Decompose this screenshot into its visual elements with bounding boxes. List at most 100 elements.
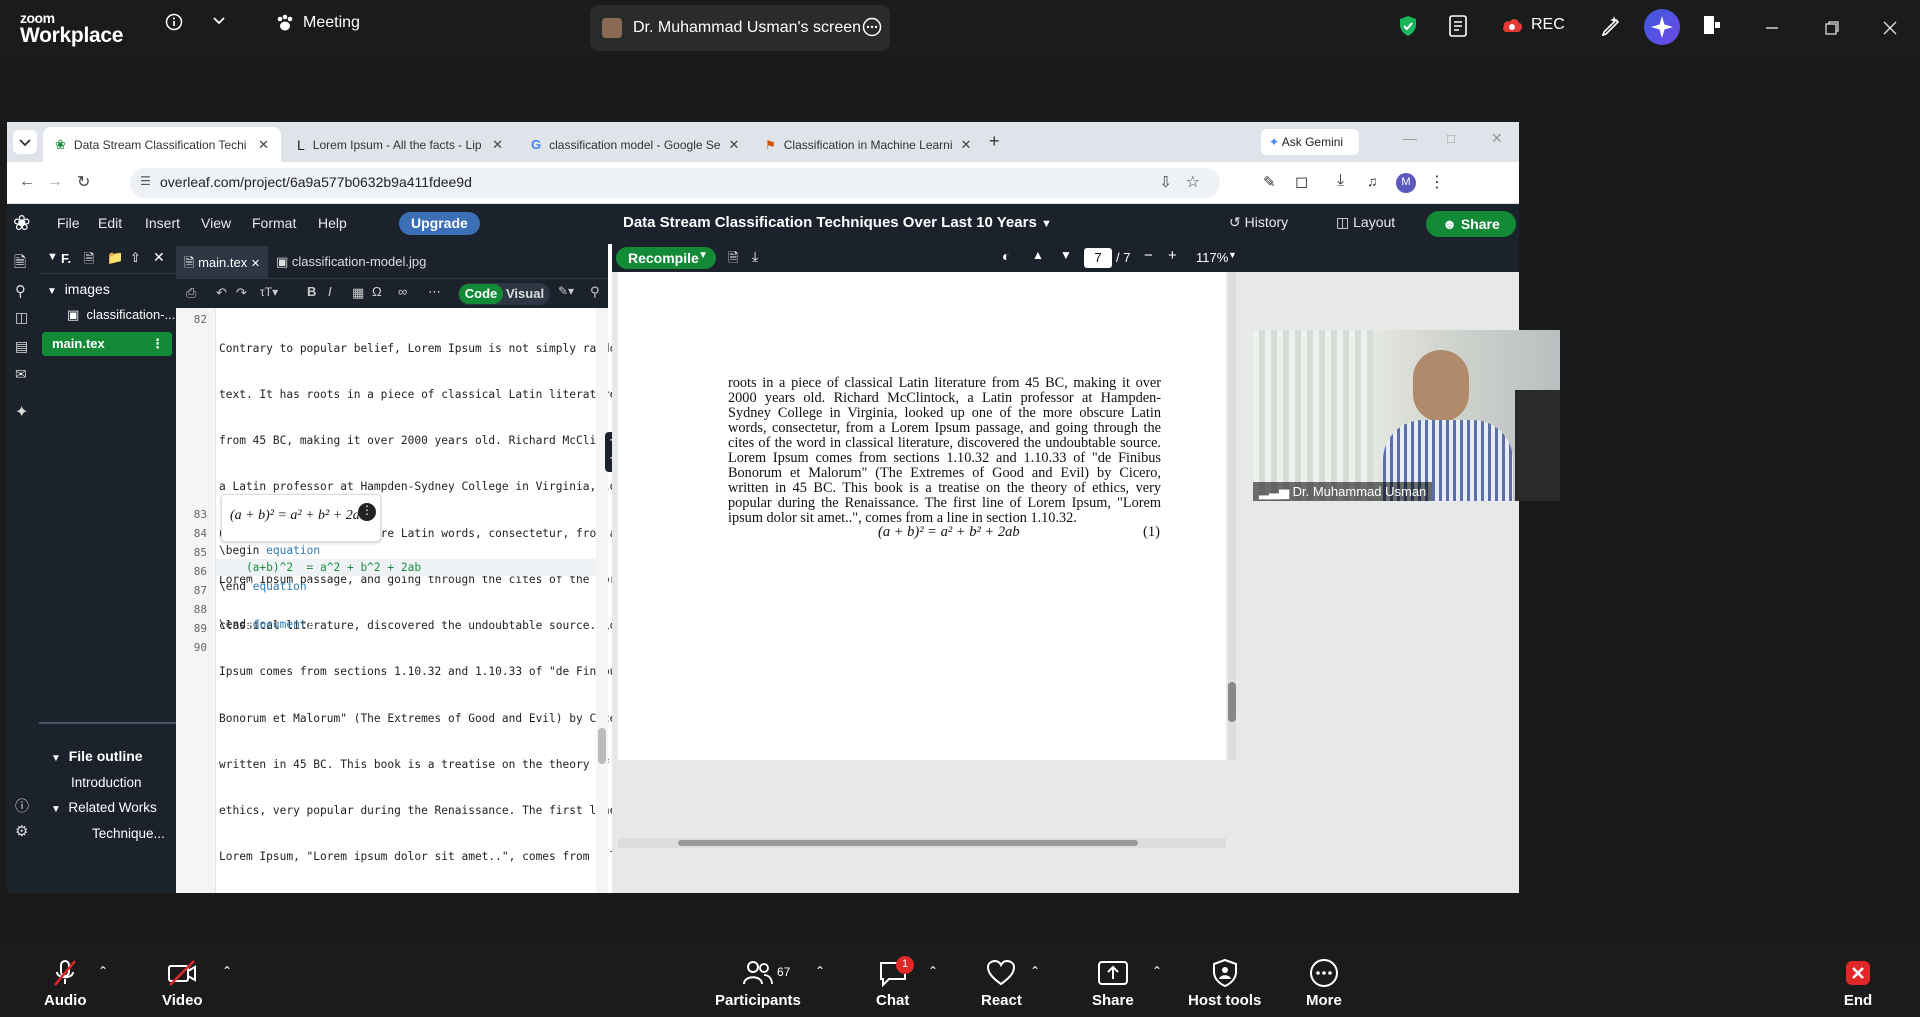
ask-gemini-button[interactable]: ✦ Ask Gemini: [1261, 129, 1359, 155]
close-panel-icon[interactable]: ✕: [153, 249, 165, 266]
recompile-button[interactable]: Recompile ▼: [616, 247, 716, 269]
undo-icon[interactable]: ↶: [216, 285, 227, 301]
react-options-icon[interactable]: ⌃: [1030, 964, 1040, 978]
menu-view[interactable]: View: [201, 215, 231, 231]
text-size-icon[interactable]: τT▾: [260, 285, 278, 299]
video-button[interactable]: Video: [162, 958, 203, 1009]
edit-mode-icon[interactable]: ✎▾: [558, 284, 574, 298]
review-icon[interactable]: ▤: [15, 338, 28, 355]
new-file-icon[interactable]: 🗎: [84, 250, 94, 272]
browser-tab-overleaf[interactable]: ❀ Data Stream Classification Techi ✕: [43, 127, 281, 162]
chevron-down-icon[interactable]: ▼: [1228, 250, 1237, 260]
notes-icon[interactable]: [1448, 14, 1470, 43]
record-button[interactable]: REC: [1501, 16, 1565, 34]
bookmark-star-icon[interactable]: ☆: [1186, 172, 1200, 192]
site-info-icon[interactable]: ☰: [140, 174, 151, 188]
more-button[interactable]: More: [1306, 958, 1342, 1009]
browser-menu-icon[interactable]: ⋮: [1429, 172, 1445, 192]
file-tree-icon[interactable]: 🗎: [14, 252, 26, 277]
tab-close-icon[interactable]: ✕: [258, 137, 269, 153]
chat-options-icon[interactable]: ⌃: [928, 964, 938, 978]
redo-icon[interactable]: ↷: [236, 285, 247, 301]
scrollbar-thumb[interactable]: [598, 728, 606, 764]
info-icon[interactable]: [165, 13, 183, 31]
chevron-down-icon[interactable]: [212, 14, 226, 28]
share-screen-button[interactable]: Share: [1092, 958, 1134, 1009]
settings-icon[interactable]: ⚙: [15, 822, 28, 840]
code-mode-button[interactable]: Code: [459, 284, 503, 304]
editor-search-icon[interactable]: ⚲: [590, 284, 600, 300]
url-field[interactable]: ☰ overleaf.com/project/6a9a577b0632b9a41…: [130, 168, 1220, 198]
participants-options-icon[interactable]: ⌃: [815, 964, 825, 978]
italic-icon[interactable]: I: [328, 284, 332, 299]
menu-insert[interactable]: Insert: [145, 215, 180, 231]
project-title[interactable]: Data Stream Classification Techniques Ov…: [623, 214, 1052, 231]
extensions-icon[interactable]: ◻: [1295, 172, 1308, 192]
page-number-input[interactable]: 7: [1084, 248, 1112, 268]
participant-video-tile[interactable]: ▂▃▅ Dr. Muhammad Usman: [1253, 330, 1560, 501]
apps-panel-icon[interactable]: [1702, 14, 1722, 41]
prev-page-icon[interactable]: ▲: [1032, 248, 1044, 262]
code-line-end-document[interactable]: \end{document}: [219, 618, 313, 631]
link-icon[interactable]: ∞: [398, 284, 407, 299]
ai-assist-icon[interactable]: ✦: [15, 402, 28, 422]
chat-panel-icon[interactable]: ✉: [15, 366, 27, 383]
host-tools-button[interactable]: Host tools: [1188, 958, 1261, 1009]
pen-extension-icon[interactable]: ✎: [1263, 173, 1276, 191]
browser-minimize-icon[interactable]: —: [1403, 130, 1417, 146]
file-outline-header[interactable]: ▼ File outline: [51, 748, 143, 764]
shared-screen-tab[interactable]: Dr. Muhammad Usman's screen: [590, 5, 890, 51]
tab-close-icon[interactable]: ✕: [961, 137, 972, 153]
browser-tab-classification[interactable]: ⚑ Classification in Machine Learni ✕: [753, 127, 983, 162]
symbol-icon[interactable]: Ω: [372, 284, 382, 299]
outline-item-techniques[interactable]: Technique...: [92, 826, 165, 841]
visual-mode-button[interactable]: Visual: [506, 286, 544, 301]
contrast-icon[interactable]: ◐: [1002, 248, 1010, 264]
new-tab-icon[interactable]: +: [989, 131, 1000, 152]
restore-icon[interactable]: [1824, 20, 1840, 41]
back-icon[interactable]: ←: [19, 173, 35, 191]
minimize-icon[interactable]: [1764, 20, 1780, 41]
video-options-icon[interactable]: ⌃: [222, 964, 232, 978]
menu-edit[interactable]: Edit: [98, 215, 122, 231]
pdf-vertical-scrollbar[interactable]: [1228, 272, 1236, 760]
integrations-icon[interactable]: ◫: [15, 309, 28, 326]
share-project-button[interactable]: ☻ Share: [1426, 211, 1516, 237]
shield-icon[interactable]: [1398, 15, 1418, 42]
download-pdf-icon[interactable]: ⤓: [752, 248, 758, 265]
editor-scrollbar[interactable]: [596, 308, 608, 893]
search-icon[interactable]: ⚲: [15, 282, 26, 300]
end-meeting-button[interactable]: End: [1843, 958, 1873, 1009]
layout-button[interactable]: ◫ Layout: [1336, 214, 1395, 231]
file-menu-icon[interactable]: ⋮: [151, 336, 164, 352]
editor-tab-image[interactable]: ▣ classification-model.jpg: [276, 254, 426, 270]
audio-button[interactable]: Audio: [44, 958, 87, 1009]
tab-search-icon[interactable]: [13, 130, 37, 154]
upload-icon[interactable]: ⇧: [130, 250, 141, 266]
code-line-begin[interactable]: \begin{equation}: [219, 544, 327, 557]
browser-close-icon[interactable]: ✕: [1491, 130, 1503, 147]
outline-resize-handle[interactable]: [39, 722, 176, 726]
ai-companion-icon[interactable]: [1644, 9, 1680, 45]
history-button[interactable]: ↺ History: [1229, 214, 1288, 231]
install-icon[interactable]: ⇩: [1159, 173, 1172, 191]
pdf-scrollbar-thumb[interactable]: [1228, 682, 1236, 722]
tree-file-image[interactable]: ▣ classification-...: [67, 307, 175, 323]
pdf-hscroll-thumb[interactable]: [678, 840, 1138, 846]
code-line-equation[interactable]: (a+b)^2 = a^2 + b^2 + 2ab: [219, 561, 421, 574]
forward-icon[interactable]: →: [47, 173, 63, 191]
editor-tab-main[interactable]: 🗎 main.tex ✕: [176, 246, 268, 278]
react-button[interactable]: React: [981, 958, 1022, 1009]
tree-folder-images[interactable]: ▼ images: [47, 281, 110, 297]
zoom-in-icon[interactable]: +: [1168, 247, 1177, 264]
new-folder-icon[interactable]: 📁: [107, 250, 123, 266]
downloads-icon[interactable]: ⤓: [1337, 172, 1344, 190]
preview-menu-icon[interactable]: ⋮: [358, 503, 376, 521]
browser-tab-google[interactable]: G classification model - Google Se ✕: [519, 127, 749, 162]
overleaf-logo-icon[interactable]: ❀: [13, 211, 31, 236]
more-tools-icon[interactable]: ⋯: [428, 284, 441, 300]
browser-restore-icon[interactable]: □: [1447, 131, 1455, 146]
tab-close-icon[interactable]: ✕: [251, 258, 260, 270]
audio-options-icon[interactable]: ⌃: [98, 964, 108, 978]
reload-icon[interactable]: ↻: [77, 172, 90, 192]
